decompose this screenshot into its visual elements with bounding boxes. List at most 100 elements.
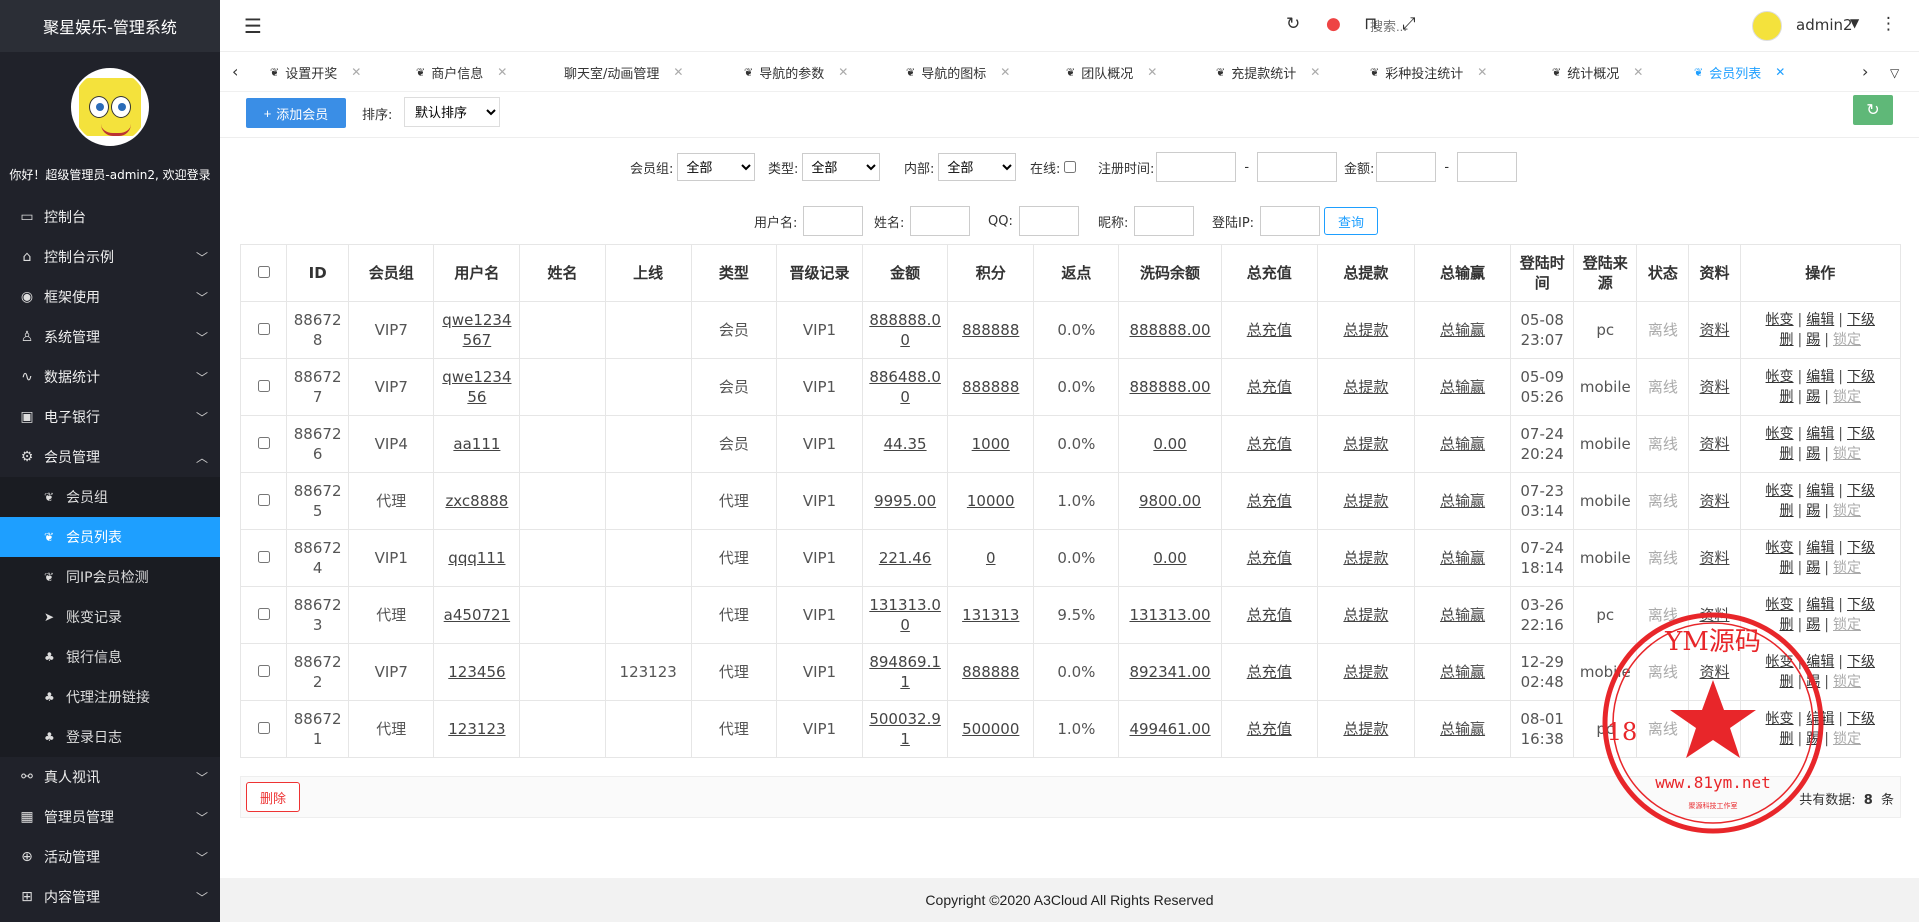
cell-withdraw[interactable]: 总提款 [1316, 643, 1415, 701]
amount-max-input[interactable] [1457, 152, 1518, 182]
cell-info[interactable]: 资料 [1688, 700, 1741, 758]
cell-wash[interactable]: 892341.00 [1118, 643, 1222, 701]
lock-icon[interactable]: ⊓ [1364, 14, 1377, 34]
sidebar-item-4[interactable]: ∿ 数据统计 ﹀ [0, 357, 220, 397]
nick-filter-input[interactable] [1134, 206, 1195, 236]
row-checkbox[interactable] [257, 608, 270, 620]
cell-winloss[interactable]: 总输赢 [1413, 529, 1512, 587]
cell-amount[interactable]: 44.35 [862, 415, 949, 473]
cell-recharge[interactable]: 总充值 [1220, 700, 1318, 758]
edit-link[interactable]: 编辑 [1806, 654, 1834, 670]
edit-link[interactable]: 编辑 [1806, 369, 1834, 385]
edit-link[interactable]: 编辑 [1806, 711, 1834, 727]
kick-link[interactable]: 踢 [1806, 389, 1820, 405]
cell-username[interactable]: 123123 [433, 700, 521, 758]
cell-winloss[interactable]: 总输赢 [1413, 358, 1512, 416]
kick-link[interactable]: 踢 [1806, 332, 1820, 348]
cell-winloss[interactable]: 总输赢 [1413, 415, 1512, 473]
regtime-end-input[interactable] [1257, 152, 1338, 182]
cell-withdraw[interactable]: 总提款 [1316, 358, 1415, 416]
subordinate-link[interactable]: 下级 [1847, 711, 1875, 727]
balance-change-link[interactable]: 帐变 [1766, 312, 1794, 328]
tab-5[interactable]: ❦ 团队概况 ✕ [1056, 56, 1168, 88]
sidebar-item-2[interactable]: ◉ 框架使用 ﹀ [0, 277, 220, 317]
cell-username[interactable]: qwe1234567 [433, 301, 521, 359]
cell-winloss[interactable]: 总输赢 [1413, 472, 1512, 530]
subordinate-link[interactable]: 下级 [1847, 540, 1875, 556]
close-icon[interactable]: ✕ [1000, 65, 1010, 79]
balance-change-link[interactable]: 帐变 [1766, 654, 1794, 670]
row-checkbox[interactable] [257, 722, 270, 734]
refresh-icon[interactable]: ↻ [1286, 14, 1300, 34]
sidebar-subitem-3[interactable]: ➤ 账变记录 [0, 597, 220, 637]
tab-9[interactable]: ❦ 会员列表 ✕ [1684, 56, 1796, 88]
balance-change-link[interactable]: 帐变 [1766, 483, 1794, 499]
tab-8[interactable]: ❦ 统计概况 ✕ [1542, 56, 1654, 88]
cell-points[interactable]: 888888 [947, 301, 1035, 359]
tab-prev-icon[interactable]: ‹ [232, 62, 238, 81]
cell-amount[interactable]: 221.46 [862, 529, 949, 587]
sidebar-item-3[interactable]: ♙ 系统管理 ﹀ [0, 317, 220, 357]
lock-link[interactable]: 锁定 [1833, 332, 1861, 348]
close-icon[interactable]: ✕ [1477, 65, 1487, 79]
edit-link[interactable]: 编辑 [1806, 483, 1834, 499]
cell-withdraw[interactable]: 总提款 [1316, 415, 1415, 473]
row-checkbox[interactable] [257, 437, 270, 449]
cell-recharge[interactable]: 总充值 [1220, 529, 1318, 587]
regtime-start-input[interactable] [1156, 152, 1237, 182]
fullscreen-icon[interactable]: ⤢ [1402, 14, 1416, 34]
cell-recharge[interactable]: 总充值 [1220, 415, 1318, 473]
row-checkbox[interactable] [257, 323, 270, 335]
subordinate-link[interactable]: 下级 [1847, 597, 1875, 613]
sidebar-bottom-item-3[interactable]: ⊞ 内容管理 ﹀ [0, 877, 220, 917]
cell-amount[interactable]: 888888.00 [862, 301, 949, 359]
online-filter-checkbox[interactable] [1064, 161, 1077, 173]
kick-link[interactable]: 踢 [1806, 674, 1820, 690]
cell-username[interactable]: qwe123456 [433, 358, 521, 416]
sidebar-bottom-item-0[interactable]: ⚯ 真人视讯 ﹀ [0, 757, 220, 797]
sidebar-subitem-5[interactable]: ♣ 代理注册链接 [0, 677, 220, 717]
tab-3[interactable]: ❦ 导航的参数 ✕ [734, 56, 859, 88]
subordinate-link[interactable]: 下级 [1847, 312, 1875, 328]
subordinate-link[interactable]: 下级 [1847, 369, 1875, 385]
cell-points[interactable]: 131313 [947, 586, 1035, 644]
lock-link[interactable]: 锁定 [1833, 617, 1861, 633]
cell-info[interactable]: 资料 [1688, 415, 1741, 473]
kick-link[interactable]: 踢 [1806, 503, 1820, 519]
tab-1[interactable]: ❦ 商户信息 ✕ [406, 56, 518, 88]
lock-link[interactable]: 锁定 [1833, 446, 1861, 462]
close-icon[interactable]: ✕ [838, 65, 848, 79]
ip-filter-input[interactable] [1260, 206, 1321, 236]
user-avatar[interactable] [1752, 11, 1782, 41]
username-filter-input[interactable] [803, 206, 864, 236]
sidebar-bottom-item-2[interactable]: ⊕ 活动管理 ﹀ [0, 837, 220, 877]
cell-info[interactable]: 资料 [1688, 643, 1741, 701]
kick-link[interactable]: 踢 [1806, 446, 1820, 462]
cell-withdraw[interactable]: 总提款 [1316, 301, 1415, 359]
close-icon[interactable]: ✕ [351, 65, 361, 79]
subordinate-link[interactable]: 下级 [1847, 654, 1875, 670]
tab-2[interactable]: 聊天室/动画管理 ✕ [554, 56, 694, 88]
cell-recharge[interactable]: 总充值 [1220, 472, 1318, 530]
close-icon[interactable]: ✕ [1775, 65, 1785, 79]
delete-link[interactable]: 删 [1780, 560, 1794, 576]
close-icon[interactable]: ✕ [497, 65, 507, 79]
user-name[interactable]: admin2 [1796, 16, 1853, 34]
balance-change-link[interactable]: 帐变 [1766, 540, 1794, 556]
edit-link[interactable]: 编辑 [1806, 597, 1834, 613]
cell-wash[interactable]: 9800.00 [1118, 472, 1222, 530]
cell-recharge[interactable]: 总充值 [1220, 358, 1318, 416]
edit-link[interactable]: 编辑 [1806, 426, 1834, 442]
cell-amount[interactable]: 894869.11 [862, 643, 949, 701]
cell-username[interactable]: zxc8888 [433, 472, 521, 530]
sidebar-subitem-0[interactable]: ❦ 会员组 [0, 477, 220, 517]
delete-link[interactable]: 删 [1780, 446, 1794, 462]
sidebar-item-0[interactable]: ▭ 控制台 [0, 197, 220, 237]
delete-link[interactable]: 删 [1780, 731, 1794, 747]
cell-info[interactable]: 资料 [1688, 529, 1741, 587]
delete-link[interactable]: 删 [1780, 389, 1794, 405]
cell-wash[interactable]: 131313.00 [1118, 586, 1222, 644]
sidebar-subitem-6[interactable]: ♣ 登录日志 [0, 717, 220, 757]
cell-wash[interactable]: 888888.00 [1118, 358, 1222, 416]
sidebar-subitem-4[interactable]: ♣ 银行信息 [0, 637, 220, 677]
